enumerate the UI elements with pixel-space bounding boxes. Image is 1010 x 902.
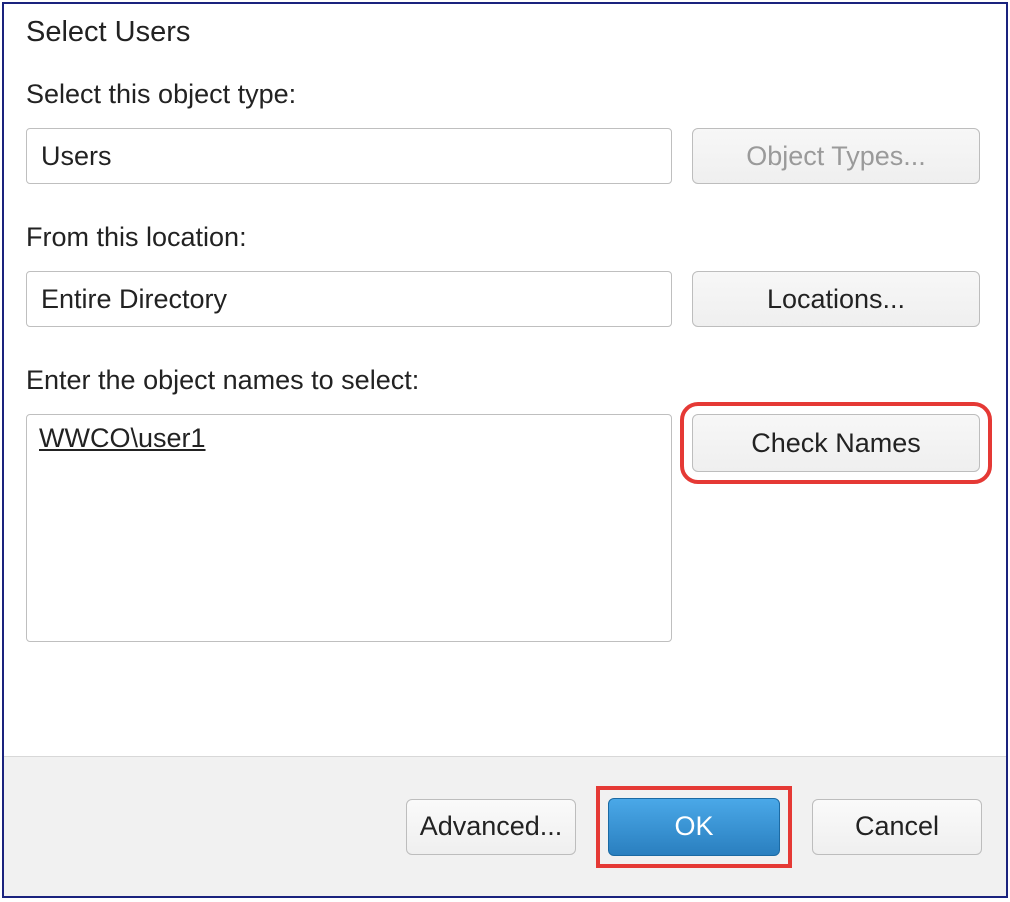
ok-button[interactable]: OK xyxy=(608,798,780,856)
object-names-label: Enter the object names to select: xyxy=(26,365,984,396)
check-names-button[interactable]: Check Names xyxy=(692,414,980,472)
object-type-field: Users xyxy=(26,128,672,184)
select-users-dialog: Select Users Select this object type: Us… xyxy=(2,2,1008,898)
locations-button[interactable]: Locations... xyxy=(692,271,980,327)
dialog-title: Select Users xyxy=(26,8,984,79)
location-field: Entire Directory xyxy=(26,271,672,327)
advanced-button[interactable]: Advanced... xyxy=(406,799,576,855)
cancel-button[interactable]: Cancel xyxy=(812,799,982,855)
object-name-value: WWCO\user1 xyxy=(39,423,206,453)
location-label: From this location: xyxy=(26,222,984,253)
dialog-footer: Advanced... OK Cancel xyxy=(4,756,1006,896)
object-type-label: Select this object type: xyxy=(26,79,984,110)
ok-highlight-frame: OK xyxy=(600,790,788,864)
object-names-input[interactable]: WWCO\user1 xyxy=(26,414,672,642)
object-types-button[interactable]: Object Types... xyxy=(692,128,980,184)
dialog-body: Select Users Select this object type: Us… xyxy=(4,4,1006,756)
